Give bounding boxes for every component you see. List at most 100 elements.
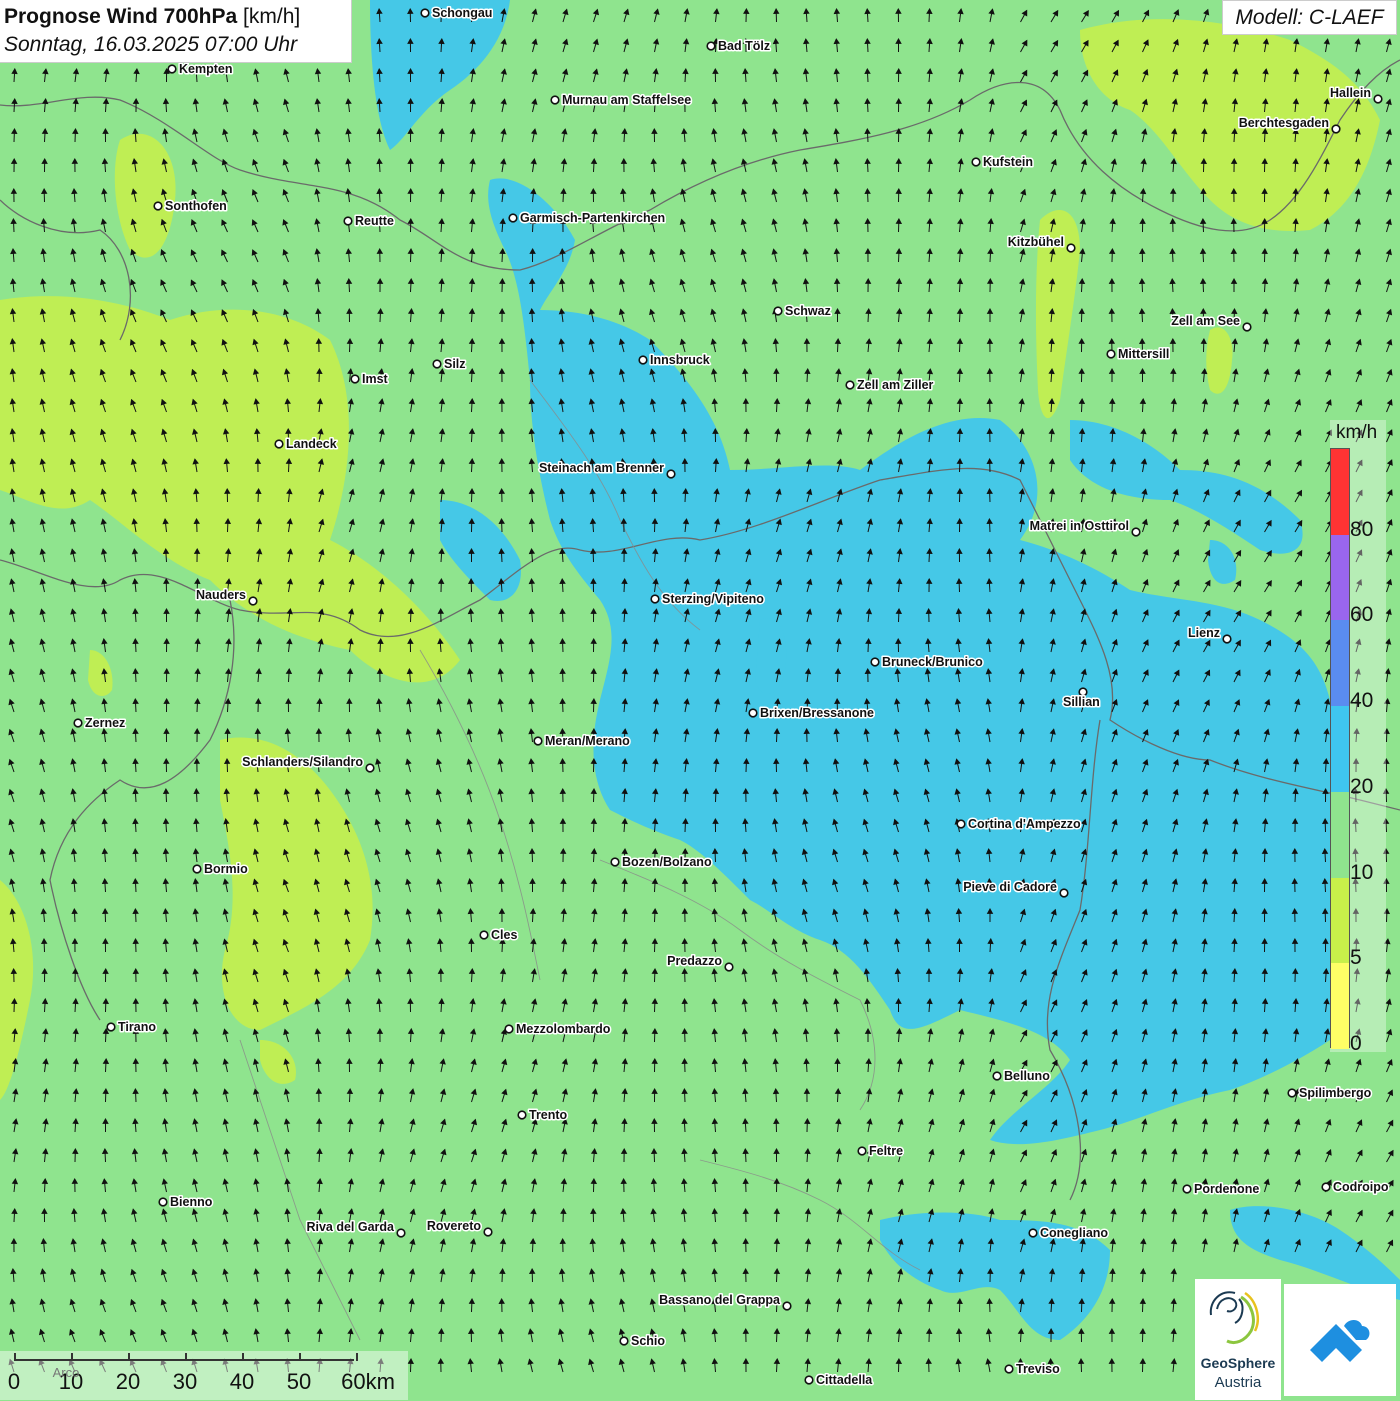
city-label: Lienz bbox=[1188, 626, 1220, 640]
city-dot bbox=[1374, 95, 1382, 103]
city-dot bbox=[509, 214, 517, 222]
city-sterzing-vipiteno[interactable]: Sterzing/Vipiteno bbox=[651, 592, 764, 606]
city-dot bbox=[957, 820, 965, 828]
city-dot bbox=[858, 1147, 866, 1155]
city-dot bbox=[351, 375, 359, 383]
city-dot bbox=[344, 217, 352, 225]
wind-map[interactable]: Schongau Bad Tölz Kempten Murnau am Staffel… bbox=[0, 0, 1400, 1400]
city-zell-am-ziller[interactable]: Zell am Ziller bbox=[846, 378, 933, 392]
city-label: Zernez bbox=[85, 716, 125, 730]
city-dot bbox=[667, 470, 675, 478]
legend-unit: km/h bbox=[1336, 422, 1377, 444]
scale-tick bbox=[128, 1353, 130, 1361]
city-dot bbox=[651, 595, 659, 603]
city-label: Rovereto bbox=[427, 1219, 482, 1233]
city-label: Bad Tölz bbox=[718, 39, 770, 53]
legend-tick-label: 80 bbox=[1350, 518, 1373, 542]
city-label: Cortina d'Ampezzo bbox=[968, 817, 1081, 831]
city-conegliano[interactable]: Conegliano bbox=[1029, 1226, 1108, 1240]
city-label: Sterzing/Vipiteno bbox=[662, 592, 764, 606]
legend-tick-label: 60 bbox=[1350, 603, 1373, 627]
legend-tick-label: 10 bbox=[1350, 861, 1373, 885]
city-dot bbox=[783, 1302, 791, 1310]
city-label: Bormio bbox=[204, 862, 248, 876]
city-label: Mezzolombardo bbox=[516, 1022, 611, 1036]
legend-tick-label: 20 bbox=[1350, 775, 1373, 799]
city-meran-merano[interactable]: Meran/Merano bbox=[534, 734, 630, 748]
city-murnau-am-staffelsee[interactable]: Murnau am Staffelsee bbox=[551, 93, 691, 107]
city-dot bbox=[1029, 1229, 1037, 1237]
city-dot bbox=[1322, 1183, 1330, 1191]
city-label: Imst bbox=[362, 372, 389, 386]
scale-label: 60km bbox=[341, 1369, 395, 1395]
scale-tick bbox=[71, 1353, 73, 1361]
city-label: Sonthofen bbox=[165, 199, 227, 213]
scale-tick bbox=[356, 1353, 358, 1361]
app-logo[interactable] bbox=[1284, 1284, 1396, 1396]
city-label: Codroipo bbox=[1333, 1180, 1389, 1194]
city-label: Predazzo bbox=[667, 954, 722, 968]
city-label: Matrei in Osttirol bbox=[1030, 519, 1129, 533]
geosphere-swirl-icon bbox=[1195, 1279, 1281, 1355]
city-label: Sillian bbox=[1063, 695, 1100, 709]
city-dot bbox=[620, 1337, 628, 1345]
city-dot bbox=[749, 709, 757, 717]
city-label: Bruneck/Brunico bbox=[882, 655, 983, 669]
city-mezzolombardo[interactable]: Mezzolombardo bbox=[505, 1022, 611, 1036]
city-label: Murnau am Staffelsee bbox=[562, 93, 691, 107]
scale-bar: 0102030405060kmArco bbox=[0, 1351, 408, 1400]
city-label: Schongau bbox=[432, 6, 492, 20]
city-label: Spilimbergo bbox=[1299, 1086, 1372, 1100]
city-dot bbox=[518, 1111, 526, 1119]
city-dot bbox=[1132, 528, 1140, 536]
legend-segment bbox=[1331, 792, 1349, 878]
legend-segment bbox=[1331, 620, 1349, 706]
city-label: Tirano bbox=[118, 1020, 156, 1034]
city-label: Kitzbühel bbox=[1008, 235, 1064, 249]
city-label: Zell am Ziller bbox=[857, 378, 934, 392]
city-label: Feltre bbox=[869, 1144, 903, 1158]
city-innsbruck[interactable]: Innsbruck bbox=[639, 353, 710, 367]
scale-label: 50 bbox=[287, 1369, 311, 1395]
city-dot bbox=[193, 865, 201, 873]
city-dot bbox=[107, 1023, 115, 1031]
city-cittadella[interactable]: Cittadella bbox=[805, 1373, 873, 1387]
city-sonthofen[interactable]: Sonthofen bbox=[154, 199, 227, 213]
city-dot bbox=[397, 1229, 405, 1237]
city-pordenone[interactable]: Pordenone bbox=[1183, 1182, 1259, 1196]
city-dot bbox=[1067, 244, 1075, 252]
cloud-arrow-icon bbox=[1284, 1284, 1396, 1396]
city-schongau[interactable]: Schongau bbox=[421, 6, 492, 20]
city-dot bbox=[774, 307, 782, 315]
geosphere-logo[interactable]: GeoSphere Austria bbox=[1195, 1279, 1281, 1400]
city-label: Schio bbox=[631, 1334, 665, 1348]
city-brixen-bressanone[interactable]: Brixen/Bressanone bbox=[749, 706, 874, 720]
city-spilimbergo[interactable]: Spilimbergo bbox=[1288, 1086, 1371, 1100]
city-label: Nauders bbox=[196, 588, 246, 602]
city-bruneck-brunico[interactable]: Bruneck/Brunico bbox=[871, 655, 983, 669]
city-dot bbox=[871, 658, 879, 666]
city-label: Bassano del Grappa bbox=[659, 1293, 781, 1307]
city-label: Brixen/Bressanone bbox=[760, 706, 874, 720]
city-dot bbox=[639, 356, 647, 364]
legend-tick-label: 0 bbox=[1350, 1032, 1362, 1056]
city-dot bbox=[1060, 889, 1068, 897]
city-cortina-d-ampezzo[interactable]: Cortina d'Ampezzo bbox=[957, 817, 1081, 831]
city-dot bbox=[993, 1072, 1001, 1080]
scale-line bbox=[14, 1359, 354, 1361]
legend-segment bbox=[1331, 963, 1349, 1049]
city-label: Reutte bbox=[355, 214, 394, 228]
city-label: Bienno bbox=[170, 1195, 213, 1209]
model-label: Modell: C-LAEF bbox=[1222, 0, 1397, 35]
city-bozen-bolzano[interactable]: Bozen/Bolzano bbox=[611, 855, 712, 869]
city-label: Treviso bbox=[1016, 1362, 1060, 1376]
city-dot bbox=[846, 381, 854, 389]
city-label: Kempten bbox=[179, 62, 232, 76]
city-dot bbox=[366, 764, 374, 772]
city-codroipo[interactable]: Codroipo bbox=[1322, 1180, 1389, 1194]
city-dot bbox=[421, 9, 429, 17]
city-dot bbox=[433, 360, 441, 368]
city-garmisch-partenkirchen[interactable]: Garmisch-Partenkirchen bbox=[509, 211, 665, 225]
city-label: Schlanders/Silandro bbox=[242, 755, 363, 769]
city-dot bbox=[1107, 350, 1115, 358]
